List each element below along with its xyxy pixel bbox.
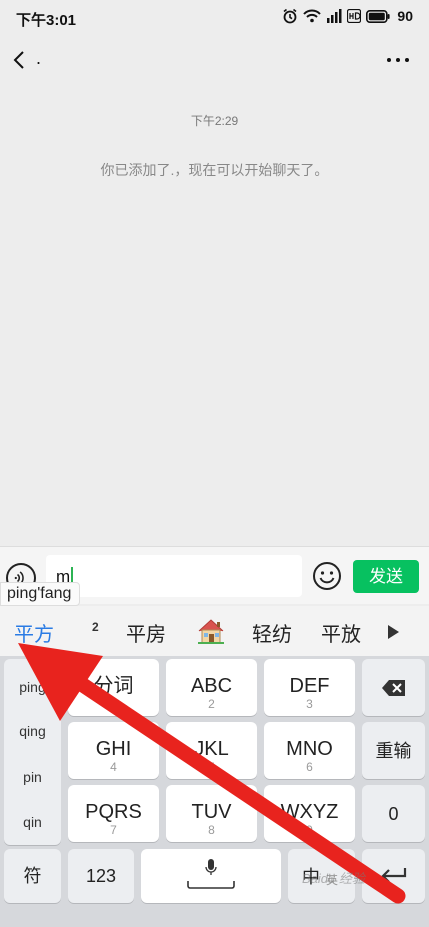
key-mno[interactable]: MNO 6 [264,722,355,779]
send-button[interactable]: 发送 [353,560,419,593]
pinyin-side-list[interactable]: ping qing pin qin [4,659,61,845]
candidate-superscript[interactable]: 2 [92,620,99,634]
backspace-key[interactable] [362,659,425,716]
pinyin-option[interactable]: qing [4,723,61,739]
zero-key[interactable]: 0 [362,785,425,842]
battery-icon [366,9,391,23]
house-emoji-icon[interactable] [196,616,226,646]
status-time: 下午3:01 [16,12,77,29]
status-icons: 90 [282,8,413,24]
microphone-icon [205,859,217,875]
reinput-key[interactable]: 重输 [362,722,425,779]
system-message: 你已添加了.，现在可以开始聊天了。 [100,162,329,178]
emoji-icon[interactable] [312,561,342,591]
wifi-icon [303,9,322,23]
candidate-first[interactable]: 平方 [14,618,54,647]
alarm-icon [283,8,297,24]
candidate-item[interactable]: 轻纺 [252,618,292,647]
signal-icon [327,9,342,23]
space-bar-icon [187,881,235,889]
battery-percent: 90 [397,8,413,24]
symbol-key[interactable]: 符 [4,849,61,903]
pinyin-option[interactable]: pin [4,769,61,785]
space-key[interactable] [141,849,281,903]
pinyin-option[interactable]: ping [4,679,61,695]
back-arrow-icon[interactable] [8,48,32,72]
backspace-icon [381,680,405,696]
number-key[interactable]: 123 [68,849,134,903]
key-pqrs[interactable]: PQRS 7 [68,785,159,842]
key-jkl[interactable]: JKL 5 [166,722,257,779]
pinyin-option[interactable]: qin [4,814,61,830]
key-def[interactable]: DEF 3 [264,659,355,716]
key-abc[interactable]: ABC 2 [166,659,257,716]
expand-candidates-icon[interactable] [386,624,400,640]
enter-icon [380,868,406,883]
key-tuv[interactable]: TUV 8 [166,785,257,842]
watermark: Baidu 经验 [302,871,365,886]
candidate-item[interactable]: 平房 [126,618,166,647]
more-icon[interactable] [385,48,411,72]
hd-icon [347,9,362,23]
enter-key[interactable] [362,849,425,903]
chat-title-bar: . [0,40,429,84]
key-ghi[interactable]: GHI 4 [68,722,159,779]
chat-timestamp: 下午2:29 [190,114,239,128]
message-input[interactable]: m [46,555,302,597]
pinyin-composition: ping'fang [0,582,81,606]
status-bar: 下午3:01 90 [0,0,429,36]
chat-contact-name: . [36,48,42,68]
candidate-bar: 平方 2 平房 轻纺 平放 [0,606,429,656]
key-segment[interactable]: 分词 [68,659,159,716]
key-wxyz[interactable]: WXYZ 9 [264,785,355,842]
candidate-item[interactable]: 平放 [321,618,363,647]
